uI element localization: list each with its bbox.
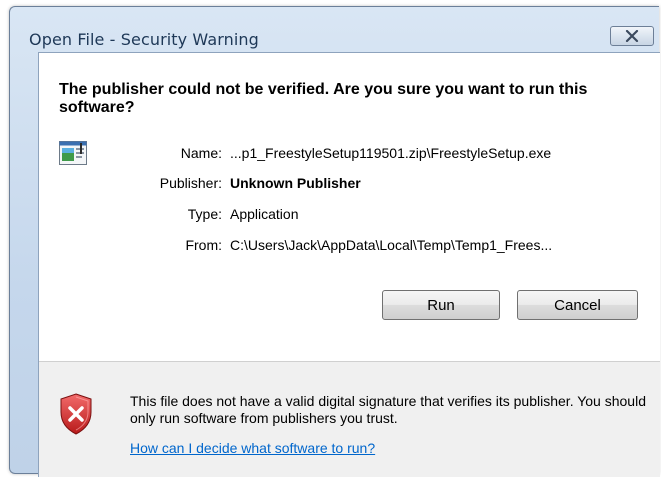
close-icon xyxy=(625,30,639,42)
file-name-value: ...p1_FreestyleSetup119501.zip\Freestyle… xyxy=(230,145,552,161)
field-label: Publisher: xyxy=(159,175,222,191)
publisher-value: Unknown Publisher xyxy=(230,175,361,191)
from-path-value: C:\Users\Jack\AppData\Local\Temp\Temp1_F… xyxy=(230,237,553,253)
window-title: Open File - Security Warning xyxy=(29,30,259,49)
field-label: Name: xyxy=(180,145,222,161)
field-label: Type: xyxy=(187,206,222,222)
cancel-button[interactable]: Cancel xyxy=(517,290,638,320)
close-button[interactable] xyxy=(610,26,654,46)
headline: The publisher could not be verified. Are… xyxy=(59,81,588,116)
field-label: From: xyxy=(185,237,222,253)
application-icon xyxy=(59,141,87,165)
security-warning-dialog: Open File - Security Warning The publish… xyxy=(9,6,660,477)
shield-error-icon xyxy=(60,393,92,435)
run-button[interactable]: Run xyxy=(382,290,500,320)
warning-message: This file does not have a valid digital … xyxy=(130,393,646,426)
help-link[interactable]: How can I decide what software to run? xyxy=(130,440,375,456)
title-bar[interactable]: Open File - Security Warning xyxy=(10,7,659,49)
type-value: Application xyxy=(230,206,299,222)
dialog-content: The publisher could not be verified. Are… xyxy=(38,52,660,477)
